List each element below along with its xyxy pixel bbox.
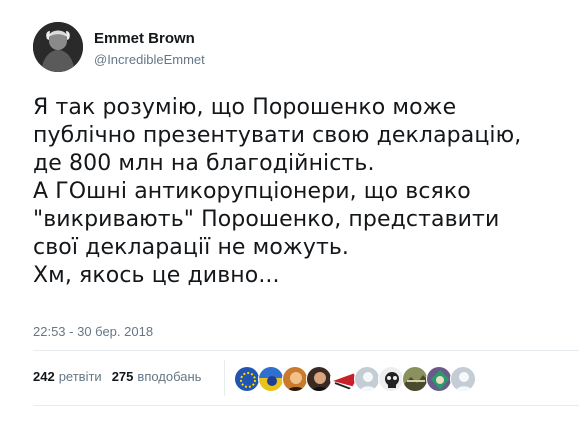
likes-label: вподобань (137, 369, 202, 384)
liker-avatar-icon[interactable] (402, 366, 428, 392)
tweet-text-line: публічно презентувати свою декларацію, (33, 123, 522, 148)
retweets-count: 242 (33, 369, 55, 384)
stats-separator (224, 360, 225, 396)
likes-count: 275 (111, 369, 134, 384)
liker-avatar-icon[interactable] (282, 366, 308, 392)
tweet-text-line: де 800 млн на благодійність. (33, 151, 375, 176)
avatar[interactable] (33, 22, 83, 72)
retweets-label: ретвіти (58, 369, 102, 384)
author-name[interactable]: Emmet Brown (94, 30, 195, 47)
retweets-stat[interactable]: 242 ретвіти (33, 369, 102, 384)
likes-stat[interactable]: 275 вподобань (112, 369, 202, 384)
tweet-text-line: свої декларації не можуть. (33, 235, 350, 260)
liker-avatar-icon[interactable] (450, 366, 476, 392)
author-handle[interactable]: @IncredibleEmmet (94, 52, 205, 67)
liker-avatar-icon[interactable] (378, 366, 404, 392)
tweet-text-line: Хм, якось це дивно... (33, 263, 280, 288)
tweet-card: Emmet Brown @IncredibleEmmet Я так розум… (0, 0, 579, 426)
liker-avatar-icon[interactable] (234, 366, 260, 392)
tweet-text: Я так розумію, що Порошенко може публічн… (33, 94, 573, 290)
profile-photo-icon (33, 22, 83, 72)
liker-avatar-icon[interactable] (258, 366, 284, 392)
liker-avatar-icon[interactable] (426, 366, 452, 392)
tweet-timestamp[interactable]: 22:53 - 30 бер. 2018 (33, 324, 153, 339)
tweet-text-line: А ГОшні антикорупціонери, що всяко (33, 179, 471, 204)
divider (33, 405, 579, 406)
tweet-text-line: Я так розумію, що Порошенко може (33, 95, 457, 120)
divider (33, 350, 579, 351)
tweet-stats: 242 ретвіти 275 вподобань (33, 369, 211, 384)
liker-avatar-icon[interactable] (330, 366, 356, 392)
tweet-text-line: "викривають" Порошенко, представити (33, 207, 500, 232)
liker-avatar-icon[interactable] (306, 366, 332, 392)
liker-avatar-icon[interactable] (354, 366, 380, 392)
